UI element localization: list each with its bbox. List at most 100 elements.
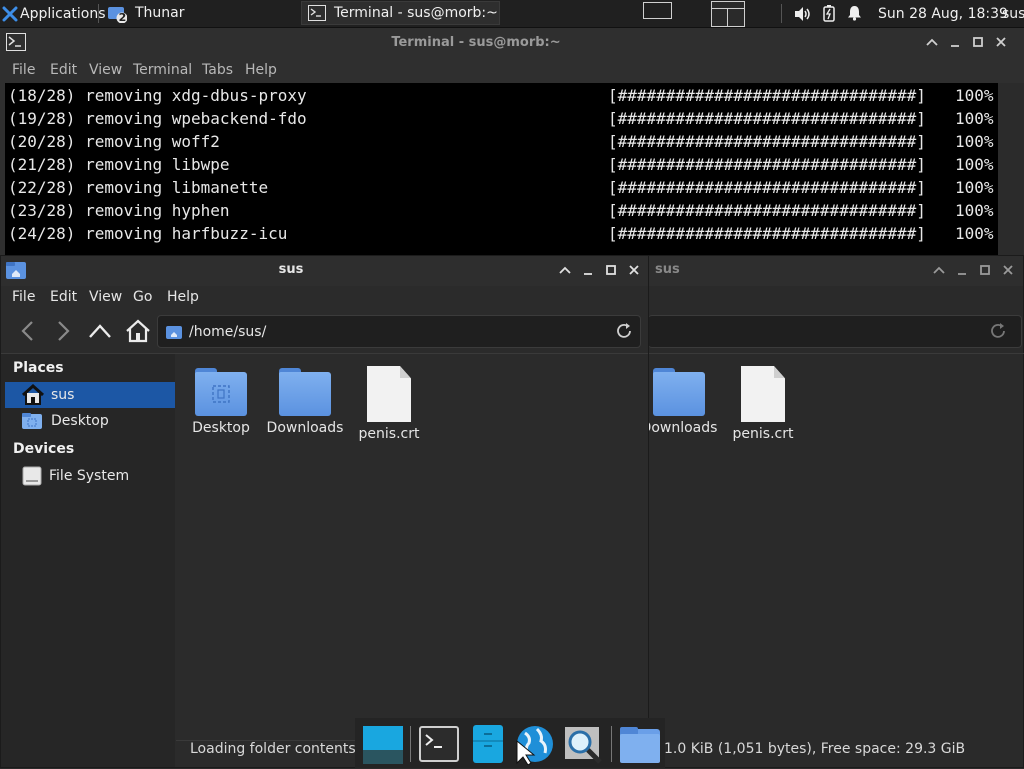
progress-percent: 100%: [955, 201, 994, 220]
back-arrow-icon[interactable]: [18, 320, 38, 346]
terminal-shade-icon[interactable]: [922, 32, 942, 52]
terminal-output[interactable]: (18/28) removing xdg-dbus-proxy [#######…: [5, 83, 998, 258]
home-icon[interactable]: [125, 319, 151, 347]
address-path: /home/sus/: [189, 323, 267, 340]
address-bar[interactable]: /home/sus/: [157, 315, 641, 348]
sidebar-item-label: Desktop: [51, 413, 109, 429]
terminal-line: (20/28) removing woff2: [8, 132, 220, 151]
sidebar-item-desktop[interactable]: Desktop: [5, 409, 175, 433]
progress-bar-text: [###############################]: [608, 178, 926, 197]
terminal-menu-edit[interactable]: Edit: [50, 62, 77, 78]
thunar-menu-edit[interactable]: Edit: [50, 289, 77, 305]
dock-separator: [611, 726, 612, 762]
sidebar-item-file-system[interactable]: File System: [5, 464, 175, 488]
file-label: penis.crt: [358, 426, 420, 442]
progress-percent: 100%: [955, 155, 994, 174]
volume-icon[interactable]: [794, 6, 812, 26]
terminal-line: (23/28) removing hyphen: [8, 201, 230, 220]
file-label: Downloads: [640, 420, 718, 436]
thunar-shade-icon[interactable]: [555, 260, 575, 280]
show-desktop-icon[interactable]: [362, 723, 404, 765]
progress-bar-text: [###############################]: [608, 132, 926, 151]
folder-home-icon: [165, 324, 183, 340]
clock[interactable]: Sun 28 Aug, 18:39: [878, 0, 1008, 27]
progress-bar-text: [###############################]: [608, 201, 926, 220]
thunar-menu-file[interactable]: File: [12, 289, 35, 305]
folder-icon: [279, 366, 331, 416]
terminal-line: (19/28) removing wpebackend-fdo: [8, 109, 307, 128]
file-item-downloads[interactable]: Downloads: [263, 366, 347, 436]
task-thunar[interactable]: 2 Thunar: [101, 1, 299, 25]
file-label: penis.crt: [732, 426, 794, 442]
thunar-menu-help[interactable]: Help: [167, 289, 199, 305]
file-label: Desktop: [192, 420, 250, 436]
up-arrow-icon[interactable]: [88, 321, 112, 345]
web-browser-icon[interactable]: [513, 723, 555, 766]
thunar-close-icon[interactable]: [624, 260, 644, 280]
xfce-logo-icon: [2, 6, 18, 22]
terminal-line: (18/28) removing xdg-dbus-proxy: [8, 86, 307, 105]
user-menu[interactable]: sus: [1002, 0, 1024, 27]
file-label: Downloads: [266, 420, 344, 436]
thunar-status: Loading folder contents...: [190, 741, 370, 757]
terminal-maximize-icon[interactable]: [968, 32, 988, 52]
thunar-back-divider: [648, 353, 1024, 354]
panel-separator: [781, 4, 782, 23]
progress-percent: 100%: [955, 178, 994, 197]
sidebar-item-sus[interactable]: sus: [5, 382, 175, 408]
file-item-crt[interactable]: penis.crt: [347, 366, 431, 442]
workspace-1[interactable]: [643, 2, 672, 19]
notification-bell-icon[interactable]: [847, 5, 862, 25]
thunar-back-minimize-icon[interactable]: [952, 260, 972, 280]
thunar-minimize-icon[interactable]: [578, 260, 598, 280]
thunar-back-maximize-icon[interactable]: [975, 260, 995, 280]
terminal-menu-file[interactable]: File: [12, 62, 35, 78]
task-terminal-label: Terminal - sus@morb:~: [334, 5, 498, 21]
terminal-close-icon[interactable]: [991, 32, 1011, 52]
applications-menu[interactable]: Applications: [2, 0, 106, 27]
search-icon[interactable]: [563, 723, 605, 765]
terminal-scrollbar[interactable]: [998, 83, 1024, 258]
folder-launcher-icon[interactable]: [618, 723, 660, 765]
desktop-folder-icon: [195, 366, 247, 416]
thunar-back-file-downloads[interactable]: Downloads: [637, 366, 721, 436]
document-icon: [367, 366, 411, 422]
thunar-back-close-icon[interactable]: [998, 260, 1018, 280]
sidebar-item-label: File System: [49, 468, 130, 484]
thunar-maximize-icon[interactable]: [601, 260, 621, 280]
sidebar-item-label: sus: [51, 387, 75, 403]
terminal-line: (21/28) removing libwpe: [8, 155, 230, 174]
dock: [355, 718, 665, 768]
terminal-title: Terminal - sus@morb:~: [391, 35, 561, 50]
task-count-badge: 2: [118, 11, 127, 24]
places-heading: Places: [13, 360, 64, 376]
thunar-back-reload-icon[interactable]: [989, 322, 1007, 344]
terminal-launcher-icon[interactable]: [418, 723, 460, 765]
thunar-back-shade-icon[interactable]: [929, 260, 949, 280]
applications-label: Applications: [20, 5, 106, 22]
reload-icon[interactable]: [615, 322, 633, 344]
terminal-menu-tabs[interactable]: Tabs: [202, 62, 233, 78]
progress-percent: 100%: [955, 86, 994, 105]
terminal-menu-view[interactable]: View: [89, 62, 122, 78]
terminal-menu-help[interactable]: Help: [245, 62, 277, 78]
devices-heading: Devices: [13, 441, 75, 457]
file-manager-launcher-icon[interactable]: [467, 723, 509, 765]
terminal-line: (24/28) removing harfbuzz-icu: [8, 224, 288, 243]
battery-icon[interactable]: [823, 5, 835, 26]
progress-percent: 100%: [955, 109, 994, 128]
thunar-back-file-crt[interactable]: penis.crt: [721, 366, 805, 442]
terminal-minimize-icon[interactable]: [945, 32, 965, 52]
progress-bar-text: [###############################]: [608, 155, 926, 174]
workspace-2[interactable]: [711, 1, 745, 27]
panel-separator: [98, 4, 99, 23]
document-icon: [741, 366, 785, 422]
forward-arrow-icon[interactable]: [53, 320, 73, 346]
thunar-menu-view[interactable]: View: [89, 289, 122, 305]
task-terminal[interactable]: Terminal - sus@morb:~: [301, 1, 500, 25]
thunar-back-address-bar[interactable]: [648, 315, 1022, 348]
terminal-menu-terminal[interactable]: Terminal: [133, 62, 192, 78]
file-item-desktop[interactable]: Desktop: [179, 366, 263, 436]
thunar-menu-go[interactable]: Go: [133, 289, 152, 305]
thunar-back-status: 1.0 KiB (1,051 bytes), Free space: 29.3 …: [664, 741, 966, 757]
